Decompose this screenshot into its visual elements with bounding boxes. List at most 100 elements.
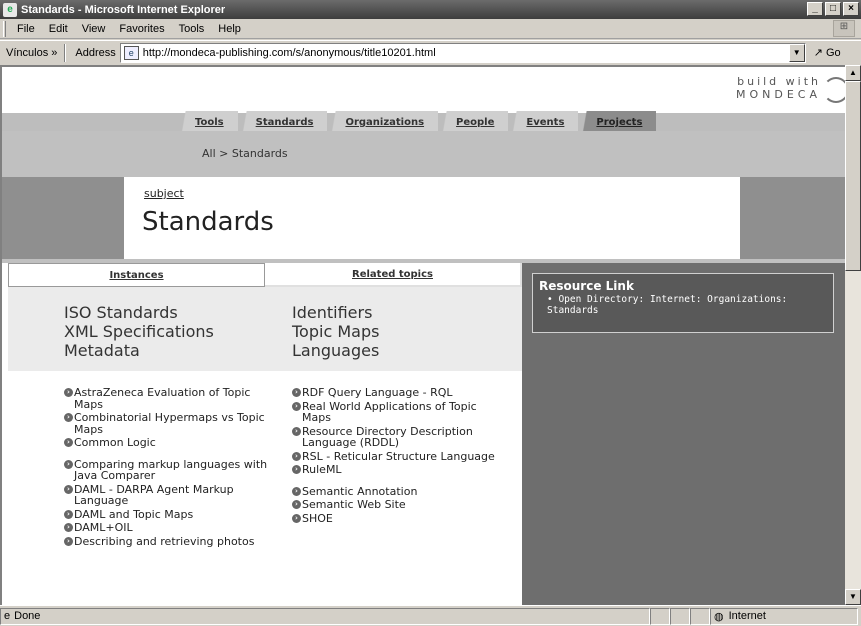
menu-file[interactable]: File	[10, 23, 42, 35]
category-link[interactable]: Languages	[292, 341, 379, 360]
categories-left: ISO Standards XML Specifications Metadat…	[64, 303, 214, 360]
swirl-icon	[823, 77, 845, 103]
tab-tools[interactable]: Tools	[177, 111, 238, 131]
ie-icon: e	[3, 2, 17, 17]
tab-events[interactable]: Events	[508, 111, 579, 131]
category-link[interactable]: Topic Maps	[292, 322, 379, 341]
menu-view[interactable]: View	[75, 23, 113, 35]
bullet-icon: ›	[292, 401, 301, 411]
tab-projects[interactable]: Projects	[578, 111, 657, 131]
bullet-icon: ›	[64, 459, 73, 469]
page-icon: e	[123, 45, 139, 60]
list-item[interactable]: › AstraZeneca Evaluation of Topic Maps	[64, 387, 279, 410]
minimize-button[interactable]: _	[807, 2, 823, 16]
category-link[interactable]: ISO Standards	[64, 303, 214, 322]
categories-right: Identifiers Topic Maps Languages	[292, 303, 379, 360]
address-bar: Vínculos » Address e http://mondeca-publ…	[0, 40, 861, 64]
sidebar-pane: Resource Link • Open Directory: Internet…	[522, 263, 845, 605]
instance-list-left: › AstraZeneca Evaluation of Topic Maps › C…	[64, 387, 279, 549]
category-link[interactable]: XML Specifications	[64, 322, 214, 341]
list-item[interactable]: › DAML - DARPA Agent Markup Language	[64, 483, 279, 507]
go-button[interactable]: ↗ Go	[813, 46, 841, 60]
browser-viewport: build with MONDECA Tools Standards Organ…	[0, 65, 845, 605]
list-item[interactable]: › DAML+OIL	[64, 522, 279, 534]
bullet-icon: ›	[64, 536, 73, 546]
list-item[interactable]: › RuleML	[292, 464, 507, 476]
category-link[interactable]: Metadata	[64, 341, 214, 360]
security-zone-cell: ◍ Internet	[710, 607, 858, 625]
menu-edit[interactable]: Edit	[42, 23, 75, 35]
list-item[interactable]: › RSL - Reticular Structure Language	[292, 450, 507, 463]
bullet-icon: ›	[64, 438, 73, 447]
links-label[interactable]: Vínculos »	[0, 47, 61, 59]
close-button[interactable]: ×	[843, 2, 859, 16]
tab-organizations[interactable]: Organizations	[327, 111, 439, 131]
windows-logo-icon: ⊞	[833, 20, 855, 37]
bullet-icon: ›	[292, 426, 301, 436]
list-item[interactable]: › Resource Directory Description Language…	[292, 425, 507, 449]
scroll-down-button[interactable]: ▼	[845, 589, 861, 605]
status-text-cell: e Done	[0, 607, 650, 625]
breadcrumb-band: All > Standards	[2, 131, 845, 177]
mondeca-logo[interactable]: build with MONDECA	[736, 75, 845, 103]
bullet-icon: ›	[64, 388, 73, 397]
list-item[interactable]: › Common Logic	[64, 437, 279, 449]
status-text: Done	[14, 610, 41, 622]
menu-bar: File Edit View Favorites Tools Help ⊞	[0, 19, 861, 39]
bullet-icon: ›	[292, 486, 301, 496]
vertical-scrollbar[interactable]: ▲ ▼	[845, 65, 861, 605]
tab-standards[interactable]: Standards	[237, 111, 328, 131]
address-url: http://mondeca-publishing.com/s/anonymou…	[142, 46, 436, 59]
instance-list-right: › RDF Query Language - RQL › Real World Ap…	[292, 387, 507, 526]
security-zone: Internet	[728, 610, 766, 622]
scroll-up-button[interactable]: ▲	[845, 65, 861, 81]
scroll-thumb[interactable]	[845, 81, 861, 271]
tab-people[interactable]: People	[438, 111, 509, 131]
list-item[interactable]: › Comparing markup languages with Java Co…	[64, 458, 279, 482]
menu-tools[interactable]: Tools	[172, 23, 212, 35]
list-item[interactable]: › DAML and Topic Maps	[64, 508, 279, 521]
view-tabs: Instances Related topics	[8, 263, 522, 287]
address-label: Address	[75, 46, 116, 59]
category-box: ISO Standards XML Specifications Metadat…	[8, 287, 522, 371]
main-nav-tabs: Tools Standards Organizations People Eve…	[177, 111, 657, 131]
menu-favorites[interactable]: Favorites	[112, 23, 171, 35]
page-title: Standards	[142, 207, 274, 237]
resource-link-box: Resource Link • Open Directory: Internet…	[532, 273, 834, 333]
toolbar-grip[interactable]	[3, 20, 6, 37]
title-box: subject Standards	[124, 177, 740, 259]
category-link[interactable]: Identifiers	[292, 303, 379, 322]
address-input[interactable]: e http://mondeca-publishing.com/s/anonym…	[119, 42, 806, 63]
bullet-icon: ›	[292, 451, 301, 461]
subject-link[interactable]: subject	[144, 187, 184, 200]
tab-related-topics[interactable]: Related topics	[265, 263, 522, 287]
resource-link-item[interactable]: • Open Directory: Internet: Organization…	[539, 294, 827, 316]
list-item[interactable]: › Describing and retrieving photos	[64, 535, 279, 548]
list-item[interactable]: › Combinatorial Hypermaps vs Topic Maps	[64, 412, 279, 435]
bullet-icon: ›	[292, 513, 301, 523]
globe-icon: ◍	[714, 610, 724, 623]
list-item[interactable]: › Real World Applications of Topic Maps	[292, 400, 507, 424]
breadcrumb: All > Standards	[202, 147, 288, 160]
status-bar: e Done ◍ Internet	[0, 605, 861, 626]
window-title: Standards - Microsoft Internet Explorer	[21, 3, 226, 16]
bullet-icon: ›	[292, 500, 301, 509]
bullet-icon: ›	[292, 465, 301, 474]
list-item[interactable]: › Semantic Annotation	[292, 485, 507, 498]
list-item[interactable]: › SHOE	[292, 512, 507, 525]
bullet-icon: ›	[64, 413, 73, 422]
go-arrow-icon: ↗	[813, 47, 823, 59]
menu-help[interactable]: Help	[211, 23, 248, 35]
bullet-icon: ›	[64, 509, 73, 519]
list-item[interactable]: › RDF Query Language - RQL	[292, 387, 507, 399]
list-item[interactable]: › Semantic Web Site	[292, 499, 507, 511]
bullet-icon: ›	[292, 388, 301, 397]
tab-instances[interactable]: Instances	[8, 263, 265, 287]
page-done-icon: e	[4, 610, 11, 622]
window-titlebar: e Standards - Microsoft Internet Explore…	[0, 0, 861, 19]
maximize-button[interactable]: □	[825, 2, 841, 16]
bullet-icon: ›	[64, 523, 73, 532]
address-dropdown-button[interactable]: ▼	[788, 43, 805, 62]
content-pane: Instances Related topics ISO Standards X…	[2, 263, 522, 605]
resource-link-heading: Resource Link	[539, 279, 634, 293]
